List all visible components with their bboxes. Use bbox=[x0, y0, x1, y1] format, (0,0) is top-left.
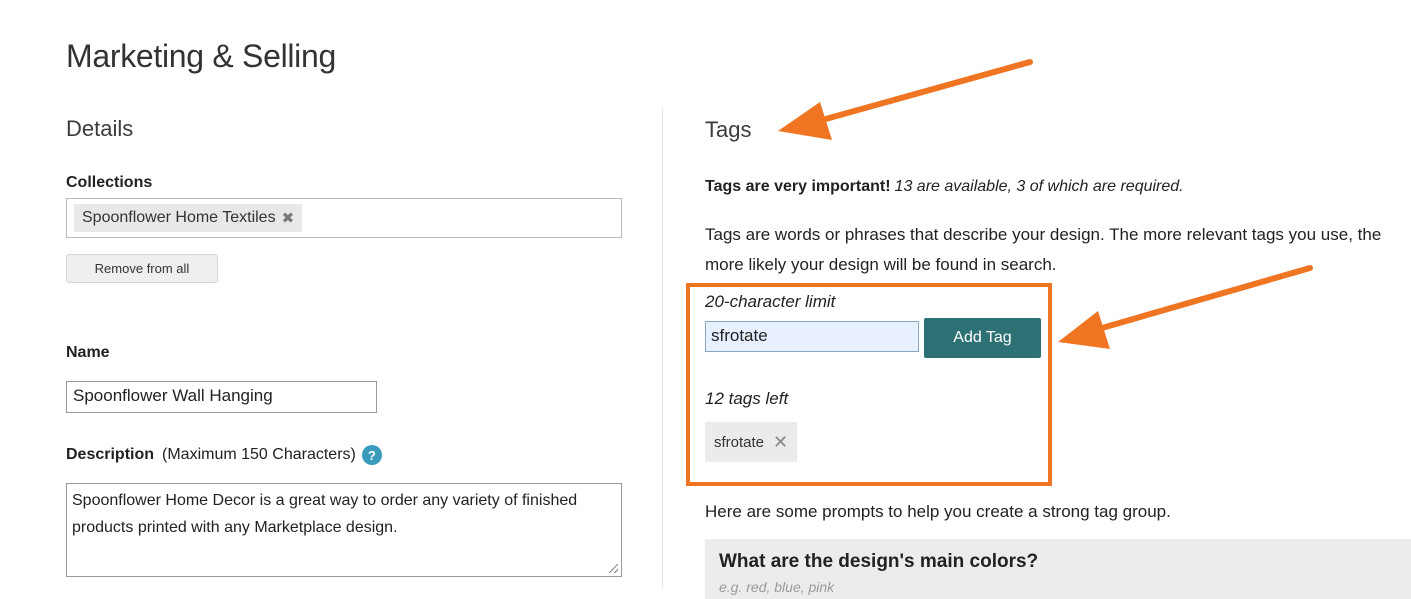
tag-chip-label: sfrotate bbox=[714, 433, 765, 451]
resize-grip-icon[interactable] bbox=[609, 564, 618, 573]
collection-chip-label: Spoonflower Home Textiles bbox=[82, 209, 276, 226]
help-icon[interactable]: ? bbox=[361, 445, 382, 465]
page-title: Marketing & Selling bbox=[66, 38, 336, 74]
description-label-row: Description (Maximum 150 Characters) ? bbox=[66, 445, 382, 465]
character-limit-label: 20-character limit bbox=[705, 292, 836, 311]
collection-chip: Spoonflower Home Textiles ✖ bbox=[74, 204, 303, 232]
tags-importance-bold: Tags are very important! bbox=[705, 178, 891, 195]
collections-field[interactable]: Spoonflower Home Textiles ✖ bbox=[66, 198, 622, 238]
description-label: Description bbox=[66, 446, 155, 463]
arrow-to-tags-title bbox=[778, 59, 1033, 140]
tag-chip: sfrotate ✕ bbox=[705, 422, 798, 462]
add-tag-button[interactable]: Add Tag bbox=[924, 318, 1041, 358]
tags-section-title: Tags bbox=[705, 117, 752, 142]
details-section-title: Details bbox=[66, 116, 134, 141]
tags-importance-detail: 13 are available, 3 of which are require… bbox=[894, 178, 1184, 195]
name-label: Name bbox=[66, 344, 110, 361]
close-icon[interactable]: ✖ bbox=[282, 209, 295, 227]
tag-input[interactable]: sfrotate bbox=[705, 321, 919, 352]
collections-label: Collections bbox=[66, 174, 153, 191]
prompt-hint: e.g. red, blue, pink bbox=[719, 579, 835, 595]
description-text: Spoonflower Home Decor is a great way to… bbox=[72, 492, 578, 536]
prompt-card: What are the design's main colors? e.g. … bbox=[705, 539, 1411, 599]
description-hint: (Maximum 150 Characters) bbox=[162, 446, 356, 463]
arrow-to-tag-input bbox=[1058, 265, 1313, 349]
name-input[interactable]: Spoonflower Wall Hanging bbox=[66, 381, 377, 413]
close-icon[interactable]: ✕ bbox=[773, 432, 788, 453]
tags-importance-note: Tags are very important! 13 are available… bbox=[705, 178, 1184, 196]
prompt-question: What are the design's main colors? bbox=[719, 551, 1039, 572]
prompts-intro: Here are some prompts to help you create… bbox=[705, 502, 1171, 521]
column-divider bbox=[662, 108, 663, 588]
remove-from-all-button[interactable]: Remove from all bbox=[66, 254, 218, 283]
tags-left-count: 12 tags left bbox=[705, 389, 789, 408]
description-textarea[interactable]: Spoonflower Home Decor is a great way to… bbox=[66, 483, 622, 577]
tags-description: Tags are words or phrases that describe … bbox=[705, 225, 1382, 274]
